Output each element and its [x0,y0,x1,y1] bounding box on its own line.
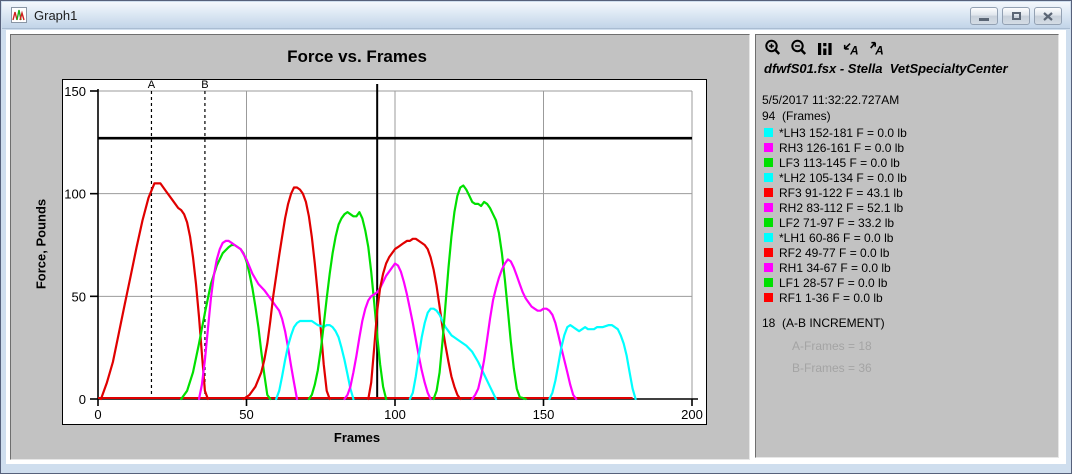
legend-label: LF2 71-97 F = 33.2 lb [779,216,894,230]
legend-color-swatch [764,233,773,242]
legend-color-swatch [764,293,773,302]
legend-color-swatch [764,173,773,182]
legend-label: LF3 113-145 F = 0.0 lb [779,156,900,170]
decrease-font-icon: A [842,39,860,58]
legend-item: RH1 34-67 F = 0.0 lb [764,260,907,275]
legend-label: RH2 83-112 F = 52.1 lb [779,201,903,215]
legend-item: LF2 71-97 F = 33.2 lb [764,215,907,230]
marker-a-label: A [148,80,156,91]
bar-chart-icon [817,39,833,58]
x-tick-label: 150 [533,407,555,422]
legend-label: RH1 34-67 F = 0.0 lb [779,261,891,275]
x-tick-label: 0 [94,407,101,422]
file-patient-header: dfwfS01.fsx - Stella VetSpecialtyCenter [764,61,1008,76]
legend-color-swatch [764,203,773,212]
increase-font-icon: A [868,39,886,58]
chart-canvas[interactable]: 0 50 100 150 0 50 100 150 200 A B [63,80,706,424]
decrease-font-button[interactable]: A [842,39,860,58]
series-RH2 [345,264,431,400]
zoom-out-button[interactable] [790,39,808,58]
y-tick-label: 0 [79,392,86,407]
legend-label: LF1 28-57 F = 0.0 lb [779,276,887,290]
legend-color-swatch [764,128,773,137]
timestamp: 5/5/2017 11:32:22.727AM [762,93,899,107]
minimize-icon [979,18,989,21]
series-RH3 [472,259,576,399]
minimize-button[interactable] [970,7,998,25]
plot-area[interactable]: 0 50 100 150 0 50 100 150 200 A B [62,79,707,425]
cursor-frame-readout: 94 (Frames) [762,109,831,123]
legend-item: RF3 91-122 F = 43.1 lb [764,185,907,200]
increase-font-button[interactable]: A [868,39,886,58]
close-icon [1043,12,1053,21]
legend-item: LF3 113-145 F = 0.0 lb [764,155,907,170]
legend-item: RF2 49-77 F = 0.0 lb [764,245,907,260]
y-tick-label: 150 [64,84,86,99]
legend-label: *LH2 105-134 F = 0.0 lb [779,171,907,185]
series-LH3 [549,325,635,399]
close-button[interactable] [1034,7,1062,25]
app-icon [11,7,27,23]
window-title: Graph1 [34,8,77,23]
legend-item: *LH3 152-181 F = 0.0 lb [764,125,907,140]
legend-color-swatch [764,143,773,152]
info-panel: A A dfwfS01.fsx - Stella VetSpecialtyCen… [755,34,1059,458]
svg-text:A: A [874,44,883,57]
marker-b-label: B [201,80,208,91]
series-RF1 [101,183,208,399]
legend-color-swatch [764,263,773,272]
legend-color-swatch [764,188,773,197]
a-frames-value: A-Frames = 18 [792,339,872,353]
title-bar[interactable]: Graph1 [2,2,1070,29]
svg-text:A: A [849,44,858,57]
legend-label: RH3 126-161 F = 0.0 lb [779,141,904,155]
restore-icon [1012,12,1021,20]
legend-color-swatch [764,248,773,257]
x-tick-label: 100 [384,407,406,422]
client-area: Force vs. Frames Force, Pounds Frames 0 5… [6,30,1066,464]
chart-title: Force vs. Frames [11,47,703,67]
y-axis-label: Force, Pounds [34,199,49,289]
chart-panel: Force vs. Frames Force, Pounds Frames 0 5… [10,34,750,460]
legend-item: RF1 1-36 F = 0.0 lb [764,290,907,305]
legend-item: LF1 28-57 F = 0.0 lb [764,275,907,290]
legend-label: RF3 91-122 F = 43.1 lb [779,186,903,200]
legend-color-swatch [764,278,773,287]
zoom-out-icon [790,39,808,58]
restore-button[interactable] [1002,7,1030,25]
zoom-in-button[interactable] [764,39,782,58]
legend-label: RF2 49-77 F = 0.0 lb [779,246,889,260]
graph-toolbar: A A [764,39,886,58]
legend-color-swatch [764,158,773,167]
bar-chart-button[interactable] [816,39,834,58]
legend-item: *LH1 60-86 F = 0.0 lb [764,230,907,245]
legend-color-swatch [764,218,773,227]
legend-item: RH3 126-161 F = 0.0 lb [764,140,907,155]
ab-increment-readout: 18 (A-B INCREMENT) [762,316,885,330]
y-tick-label: 100 [64,187,86,202]
graph-window: Graph1 Force vs. Frames Force, Pounds Fr… [0,0,1072,474]
x-tick-label: 50 [239,407,253,422]
legend-label: *LH1 60-86 F = 0.0 lb [779,231,893,245]
legend-item: *LH2 105-134 F = 0.0 lb [764,170,907,185]
legend-list: *LH3 152-181 F = 0.0 lbRH3 126-161 F = 0… [764,125,907,305]
y-tick-label: 50 [72,289,86,304]
x-tick-label: 200 [681,407,703,422]
b-frames-value: B-Frames = 36 [792,361,872,375]
legend-item: RH2 83-112 F = 52.1 lb [764,200,907,215]
legend-label: RF1 1-36 F = 0.0 lb [779,291,883,305]
x-axis-label: Frames [11,430,703,445]
zoom-in-icon [764,39,782,58]
series-RF2 [244,188,330,400]
legend-label: *LH3 152-181 F = 0.0 lb [779,126,907,140]
